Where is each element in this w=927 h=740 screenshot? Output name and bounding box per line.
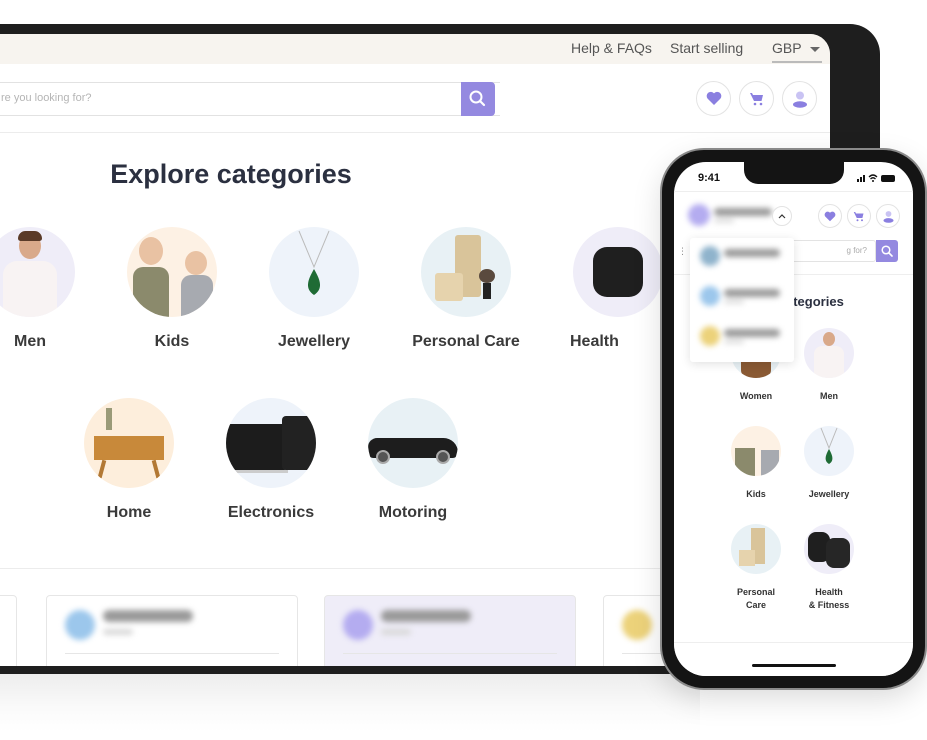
heart-icon: [706, 91, 721, 105]
category-image: [269, 227, 359, 317]
mobile-screen: 9:41 g for? ategories Women Men Kids Jew…: [674, 162, 913, 676]
top-bar: Help & FAQs Start selling GBP: [0, 34, 830, 64]
bottom-fade: [674, 642, 913, 676]
heart-icon: [824, 211, 836, 221]
category-home[interactable]: Home: [59, 398, 199, 522]
category-label: Women: [739, 391, 773, 401]
user-icon: [792, 91, 807, 108]
mobile-device-frame: 9:41 g for? ategories Women Men Kids Jew…: [662, 150, 925, 688]
status-indicators: [857, 173, 897, 185]
category-electronics[interactable]: Electronics: [201, 398, 341, 522]
category-label: Men: [14, 333, 46, 350]
category-label: Kids: [154, 333, 190, 350]
category-label: Men: [820, 391, 838, 401]
category-image: [421, 227, 511, 317]
dropdown-item[interactable]: [700, 326, 790, 350]
category-image: [804, 426, 854, 476]
cart-icon: [853, 211, 864, 221]
signal-wifi-battery-icon: [857, 174, 895, 182]
category-image: [226, 398, 316, 488]
user-icon: [882, 210, 894, 223]
category-motoring[interactable]: Motoring: [343, 398, 483, 522]
more-icon: ⋮: [678, 246, 687, 256]
mobile-account-button[interactable]: [876, 204, 900, 228]
category-image: [0, 227, 75, 317]
header-divider: [0, 132, 830, 133]
chevron-down-icon: [809, 46, 820, 52]
card-divider: [343, 653, 557, 654]
category-label: Jewellery: [277, 333, 351, 350]
cart-icon: [749, 92, 763, 105]
category-label: Kids: [746, 489, 766, 499]
mobile-wishlist-button[interactable]: [818, 204, 842, 228]
card-divider: [65, 653, 279, 654]
page-title: Explore categories: [110, 159, 352, 189]
brand-name: [381, 610, 471, 622]
account-button[interactable]: [782, 81, 817, 116]
category-personal-care[interactable]: Personal Care: [396, 227, 536, 351]
category-image: [84, 398, 174, 488]
mobile-category-health-fitness[interactable]: Health & Fitness: [789, 524, 869, 612]
mobile-search-placeholder: g for?: [846, 246, 867, 255]
category-image: [731, 426, 781, 476]
search-icon: [881, 245, 893, 257]
mobile-category-personal-care[interactable]: Personal Care: [716, 524, 796, 612]
floor-shadow: [0, 672, 700, 732]
brand-subtitle: [103, 629, 133, 635]
mobile-category-kids[interactable]: Kids: [716, 426, 796, 501]
category-label: Motoring: [378, 504, 448, 521]
category-image: [127, 227, 217, 317]
category-label: Jewellery: [808, 489, 850, 499]
start-selling-link[interactable]: Start selling: [670, 40, 743, 56]
currency-value: GBP: [772, 40, 802, 56]
chevron-up-icon: [778, 214, 786, 219]
category-label: Home: [106, 504, 152, 521]
search-icon: [469, 90, 486, 107]
mobile-search-button[interactable]: [876, 240, 898, 262]
brand-card[interactable]: [46, 595, 298, 666]
mobile-section-title: ategories: [786, 294, 844, 309]
home-indicator[interactable]: [752, 664, 836, 667]
mobile-category-men[interactable]: Men: [789, 328, 869, 403]
mobile-cart-button[interactable]: [847, 204, 871, 228]
category-label: Personal Care: [412, 333, 520, 350]
cart-button[interactable]: [739, 81, 774, 116]
category-image: [368, 398, 458, 488]
brand-name: [103, 610, 193, 622]
mobile-category-jewellery[interactable]: Jewellery: [789, 426, 869, 501]
search-input[interactable]: re you looking for?: [0, 82, 500, 116]
category-image: [804, 524, 854, 574]
category-kids[interactable]: Kids: [102, 227, 242, 351]
category-men[interactable]: Men: [0, 227, 100, 351]
status-time: 9:41: [698, 172, 721, 184]
stage: Help & FAQs Start selling GBP re you loo…: [0, 0, 927, 740]
brand-switcher-dropdown: ⋮: [678, 238, 794, 362]
wishlist-button[interactable]: [696, 81, 731, 116]
brand-logo: [343, 610, 373, 640]
brand-card[interactable]: [0, 595, 17, 666]
currency-selector[interactable]: GBP: [772, 40, 822, 63]
status-divider: [674, 191, 913, 192]
category-jewellery[interactable]: Jewellery: [244, 227, 384, 351]
help-faqs-link[interactable]: Help & FAQs: [571, 40, 652, 56]
brand-card-active[interactable]: [324, 595, 576, 666]
brand-subtitle: [381, 629, 411, 635]
search-placeholder: re you looking for?: [1, 92, 92, 104]
category-image: [573, 227, 663, 317]
brand-logo: [65, 610, 95, 640]
dropdown-item[interactable]: [700, 246, 790, 270]
search-button[interactable]: [461, 82, 495, 116]
brand-switcher-toggle[interactable]: [772, 206, 792, 226]
category-label: Health & Fitness: [808, 587, 850, 610]
category-label: Personal Care: [736, 587, 776, 610]
phone-notch: [744, 162, 844, 184]
category-image: [804, 328, 854, 378]
dropdown-item[interactable]: [700, 286, 790, 310]
category-image: [731, 524, 781, 574]
brand-logo: [622, 610, 652, 640]
category-label: Electronics: [227, 504, 315, 521]
